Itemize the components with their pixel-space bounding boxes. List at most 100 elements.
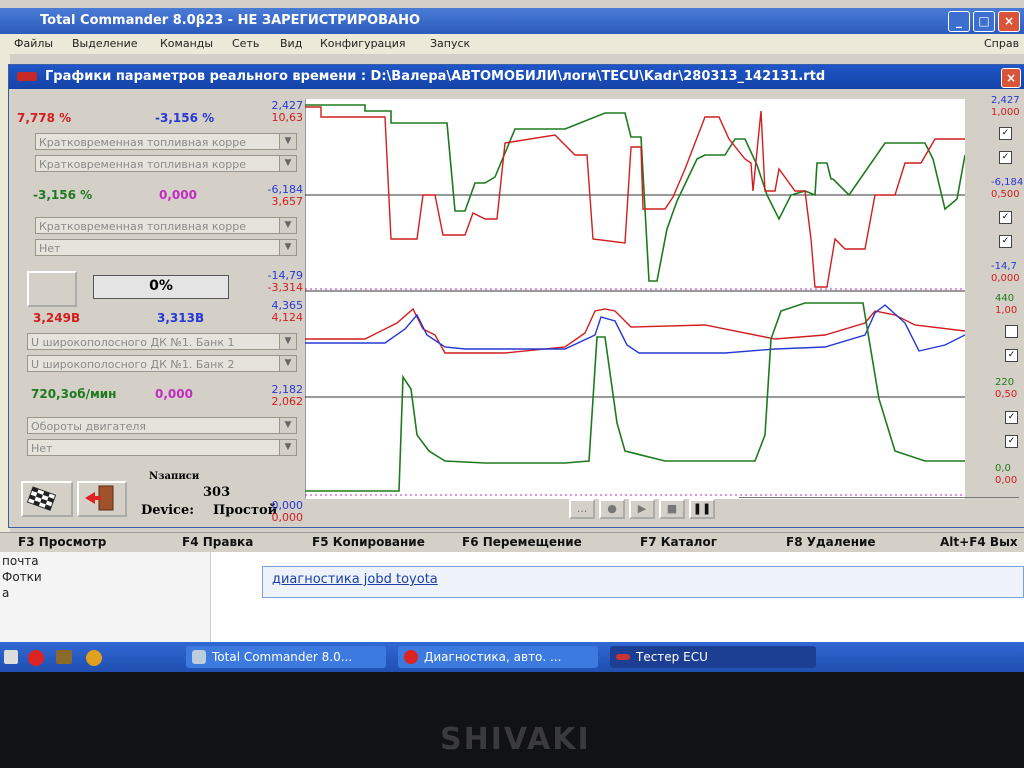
series-checkbox-8[interactable]: ✓ — [1005, 435, 1018, 448]
stop-button[interactable]: ■ — [659, 499, 685, 519]
floppy-icon — [192, 650, 206, 664]
taskbar: Total Commander 8.0... Диагностика, авто… — [0, 642, 1024, 672]
close-icon[interactable]: × — [1001, 68, 1021, 88]
chevron-down-icon: ▼ — [279, 440, 296, 455]
chevron-down-icon: ▼ — [279, 418, 296, 433]
records-label: Nзаписи — [149, 471, 200, 482]
menu-item-network[interactable]: Сеть — [232, 34, 259, 54]
taskbar-item-total-commander[interactable]: Total Commander 8.0... — [186, 646, 386, 668]
param1-scale-bot-red: -3,314 — [267, 281, 303, 294]
quicklaunch-icon[interactable] — [4, 650, 18, 664]
param3-select-2[interactable]: U широкополосного ДК №1. Банк 2 ▼ — [27, 355, 297, 372]
param3-value-b: 3,313В — [157, 311, 205, 325]
app-icon — [17, 72, 37, 81]
param2-select-2[interactable]: Нет ▼ — [35, 239, 297, 256]
folder-item[interactable]: а — [2, 586, 9, 600]
folder-item[interactable]: Фотки — [2, 570, 42, 584]
color-button[interactable] — [27, 271, 77, 307]
param3-value-a: 3,249В — [33, 311, 81, 325]
record-button[interactable]: ● — [599, 499, 625, 519]
param1-value-b: -3,156 % — [155, 111, 215, 125]
folder-item[interactable]: почта — [2, 554, 39, 568]
param4-select-1[interactable]: Обороты двигателя ▼ — [27, 417, 297, 434]
param2-scale-bot-red: 0,000 — [271, 511, 304, 524]
f5-copy-button[interactable]: F5 Копирование — [312, 535, 425, 549]
graph-window-title: Графики параметров реального времени : D… — [45, 69, 826, 84]
menu-item-selection[interactable]: Выделение — [72, 34, 138, 54]
param2-scale-mid-red: 2,062 — [271, 395, 304, 408]
settings-button[interactable] — [21, 481, 73, 517]
parameter-panel: 7,778 % -3,156 % 2,427 10,63 Кратковреме… — [13, 93, 304, 524]
realtime-graph-area[interactable] — [305, 99, 965, 499]
playback-slider[interactable] — [739, 497, 1019, 518]
graph-window: Графики параметров реального времени : D… — [8, 64, 1024, 528]
menu-item-config[interactable]: Конфигурация — [320, 34, 406, 54]
param4-value-a: 720,3об/мин — [31, 387, 117, 401]
rscale-b-low1: 0,0 — [995, 463, 1011, 474]
menu-button[interactable]: ... — [569, 499, 595, 519]
param2-select-1[interactable]: Кратковременная топливная корре ▼ — [35, 217, 297, 234]
chevron-down-icon: ▼ — [279, 356, 296, 371]
f4-edit-button[interactable]: F4 Правка — [182, 535, 253, 549]
rscale-top1: 2,427 — [991, 95, 1020, 106]
param2-scale-top-red: 4,124 — [271, 311, 304, 324]
menu-item-help[interactable]: Справ — [984, 34, 1019, 54]
rscale-top2: 1,000 — [991, 107, 1020, 118]
chevron-down-icon: ▼ — [279, 240, 296, 255]
chevron-down-icon: ▼ — [279, 218, 296, 233]
close-icon[interactable]: × — [998, 11, 1020, 32]
tool-icon[interactable] — [56, 650, 72, 664]
f3-view-button[interactable]: F3 Просмотр — [18, 535, 106, 549]
alt-f4-exit-button[interactable]: Alt+F4 Вых — [940, 535, 1018, 549]
play-button[interactable]: ▶ — [629, 499, 655, 519]
menu-item-files[interactable]: Файлы — [14, 34, 53, 54]
background-window: почта Фотки а диагностика jobd toyota — [0, 552, 1024, 642]
minimize-icon[interactable]: _ — [948, 11, 970, 32]
series-checkbox-6[interactable]: ✓ — [1005, 349, 1018, 362]
exit-door-icon — [85, 485, 114, 511]
param2-value-b: 0,000 — [159, 188, 197, 202]
param1-scale-mid-red: 3,657 — [271, 195, 304, 208]
param4-select-2[interactable]: Нет ▼ — [27, 439, 297, 456]
series-checkbox-4[interactable]: ✓ — [999, 235, 1012, 248]
rscale-b-top2: 1,00 — [995, 305, 1018, 316]
chevron-down-icon: ▼ — [279, 156, 296, 171]
function-key-bar: F3 Просмотр F4 Правка F5 Копирование F6 … — [0, 532, 1024, 553]
chevron-down-icon: ▼ — [279, 134, 296, 149]
rscale-b-mid1: 220 — [995, 377, 1015, 388]
screen: Total Commander 8.0β23 - НЕ ЗАРЕГИСТРИРО… — [0, 0, 1024, 700]
series-checkbox-3[interactable]: ✓ — [999, 211, 1012, 224]
taskbar-item-ecu-tester[interactable]: Тестер ECU — [610, 646, 816, 668]
menu-item-launch[interactable]: Запуск — [430, 34, 470, 54]
checkered-flag-icon — [26, 486, 57, 511]
device-label: Device: — [141, 503, 195, 518]
f8-delete-button[interactable]: F8 Удаление — [786, 535, 876, 549]
progress-bar: 0% — [93, 275, 229, 299]
opera-icon[interactable] — [28, 650, 44, 666]
menu-item-view[interactable]: Вид — [280, 34, 302, 54]
param3-select-1[interactable]: U широкополосного ДК №1. Банк 1 ▼ — [27, 333, 297, 350]
f7-mkdir-button[interactable]: F7 Каталог — [640, 535, 717, 549]
rscale-low1: -14,7 — [991, 261, 1017, 272]
series-checkbox-1[interactable]: ✓ — [999, 127, 1012, 140]
tc-menu-bar: Файлы Выделение Команды Сеть Вид Конфигу… — [0, 34, 1024, 54]
diagnostics-link[interactable]: диагностика jobd toyota — [272, 572, 438, 587]
series-checkbox-2[interactable]: ✓ — [999, 151, 1012, 164]
rscale-b-top1: 440 — [995, 293, 1015, 304]
param2-value-a: -3,156 % — [33, 188, 93, 202]
pause-button[interactable]: ❚❚ — [689, 499, 715, 519]
param1-value-a: 7,778 % — [17, 111, 72, 125]
taskbar-item-diagnostics[interactable]: Диагностика, авто. ... — [398, 646, 598, 668]
f6-move-button[interactable]: F6 Перемещение — [462, 535, 582, 549]
menu-item-commands[interactable]: Команды — [160, 34, 213, 54]
series-checkbox-7[interactable]: ✓ — [1005, 411, 1018, 424]
maximize-icon[interactable]: □ — [973, 11, 995, 32]
media-icon[interactable] — [86, 650, 102, 666]
exit-button[interactable] — [77, 481, 127, 517]
param1-select-1[interactable]: Кратковременная топливная корре ▼ — [35, 133, 297, 150]
rscale-low2: 0,000 — [991, 273, 1020, 284]
tc-title: Total Commander 8.0β23 - НЕ ЗАРЕГИСТРИРО… — [40, 13, 421, 28]
series-checkbox-5[interactable] — [1005, 325, 1018, 338]
param1-select-2[interactable]: Кратковременная топливная корре ▼ — [35, 155, 297, 172]
chevron-down-icon: ▼ — [279, 334, 296, 349]
